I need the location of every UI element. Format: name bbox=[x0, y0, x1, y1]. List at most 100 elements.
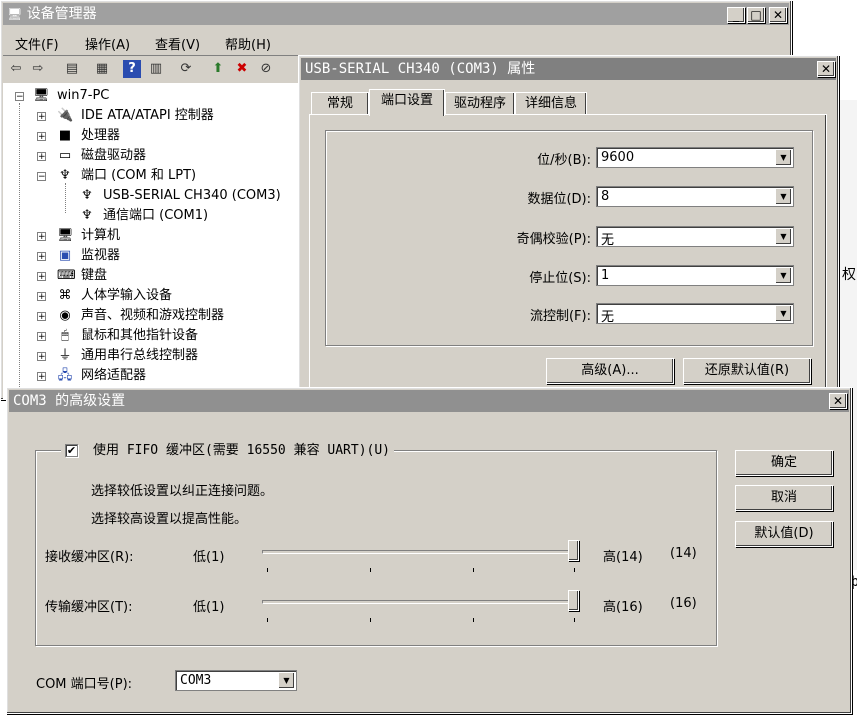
tree-item[interactable]: 声音、视频和游戏控制器 bbox=[81, 306, 224, 326]
advanced-button[interactable]: 高级(A)... bbox=[546, 358, 674, 384]
view-icon[interactable]: ▤ bbox=[63, 60, 81, 78]
device-tree: − 🖥 win7-PC + 🔌 IDE ATA/ATAPI 控制器 + ■ 处理… bbox=[3, 83, 299, 399]
parity-select[interactable]: 无 ▼ bbox=[596, 226, 794, 248]
menu-action[interactable]: 操作(A) bbox=[85, 34, 130, 53]
maximize-button[interactable]: □ bbox=[747, 7, 765, 23]
properties-icon[interactable]: ▦ bbox=[93, 60, 111, 78]
close-button[interactable]: ✕ bbox=[769, 7, 787, 23]
port-icon: ♆ bbox=[81, 208, 93, 223]
tree-root[interactable]: win7-PC bbox=[57, 86, 109, 106]
transmit-low-label: 低(1) bbox=[193, 600, 225, 615]
receive-buffer-label: 接收缓冲区(R): bbox=[45, 550, 134, 565]
receive-high-label: 高(14) bbox=[603, 550, 643, 565]
uninstall-icon[interactable]: ✖ bbox=[233, 60, 251, 78]
minimize-button[interactable]: _ bbox=[727, 7, 745, 23]
tree-expander[interactable]: + bbox=[37, 292, 46, 302]
sound-icon: ◉ bbox=[59, 308, 71, 323]
tree-item[interactable]: 处理器 bbox=[81, 126, 120, 146]
tab-details[interactable]: 详细信息 bbox=[515, 92, 587, 115]
fifo-checkbox[interactable]: ✔ bbox=[65, 444, 78, 457]
stop-bits-select[interactable]: 1 ▼ bbox=[596, 265, 794, 286]
receive-low-label: 低(1) bbox=[193, 550, 225, 565]
hid-icon: ⌘ bbox=[58, 288, 72, 303]
properties-titlebar: USB-SERIAL CH340 (COM3) 属性 bbox=[301, 58, 836, 80]
back-icon[interactable]: ⇦ bbox=[7, 60, 25, 78]
tree-expander[interactable]: + bbox=[37, 112, 46, 122]
transmit-slider-tick bbox=[473, 618, 474, 622]
update-driver-icon[interactable]: ⬆ bbox=[209, 60, 227, 78]
properties-title: USB-SERIAL CH340 (COM3) 属性 bbox=[305, 61, 536, 77]
chevron-down-icon: ▼ bbox=[775, 149, 792, 166]
menu-bar: 文件(F) 操作(A) 查看(V) 帮助(H) bbox=[3, 31, 783, 53]
transmit-slider-thumb[interactable] bbox=[568, 590, 579, 611]
tree-item[interactable]: 人体学输入设备 bbox=[81, 286, 172, 306]
com-port-select[interactable]: COM3 ▼ bbox=[175, 670, 297, 691]
tab-port-settings[interactable]: 端口设置 bbox=[369, 89, 445, 116]
tree-expander[interactable]: + bbox=[37, 132, 46, 142]
tree-item[interactable]: 通用串行总线控制器 bbox=[81, 346, 198, 366]
receive-slider-track[interactable] bbox=[262, 550, 580, 554]
network-icon: 🖧 bbox=[57, 368, 73, 383]
tree-item[interactable]: 网络适配器 bbox=[81, 366, 146, 386]
disk-drive-icon: ▭ bbox=[58, 148, 72, 163]
properties-close-button[interactable]: ✕ bbox=[817, 61, 835, 77]
tree-expander[interactable]: − bbox=[15, 92, 24, 102]
data-bits-select[interactable]: 8 ▼ bbox=[596, 186, 794, 207]
tree-item[interactable]: 计算机 bbox=[81, 226, 120, 246]
transmit-slider-tick bbox=[574, 618, 575, 622]
action-pane-icon[interactable]: ▥ bbox=[147, 60, 165, 78]
forward-icon[interactable]: ⇨ bbox=[29, 60, 47, 78]
menu-view[interactable]: 查看(V) bbox=[155, 34, 200, 53]
transmit-buffer-label: 传输缓冲区(T): bbox=[45, 600, 133, 615]
hint-lower: 选择较低设置以纠正连接问题。 bbox=[91, 484, 274, 499]
ok-button[interactable]: 确定 bbox=[735, 450, 833, 476]
com-port-label: COM 端口号(P): bbox=[36, 677, 133, 692]
tree-item[interactable]: 通信端口 (COM1) bbox=[103, 206, 208, 226]
receive-slider-tick bbox=[473, 568, 474, 572]
tree-expander[interactable]: + bbox=[37, 252, 46, 262]
device-manager-app-icon: 🖥 bbox=[7, 7, 23, 21]
chevron-down-icon: ▼ bbox=[775, 188, 792, 205]
tree-item[interactable]: 鼠标和其他指针设备 bbox=[81, 326, 198, 346]
tree-expander[interactable]: + bbox=[37, 232, 46, 242]
restore-defaults-button[interactable]: 还原默认值(R) bbox=[683, 358, 811, 384]
menu-help[interactable]: 帮助(H) bbox=[225, 34, 271, 53]
tree-expander[interactable]: + bbox=[37, 272, 46, 282]
tree-item[interactable]: 键盘 bbox=[81, 266, 107, 286]
transmit-value: (16) bbox=[670, 596, 697, 611]
tree-expander[interactable]: + bbox=[37, 352, 46, 362]
port-icon: ♆ bbox=[81, 188, 93, 203]
device-manager-title: 设备管理器 bbox=[26, 6, 97, 22]
help-icon[interactable]: ? bbox=[123, 60, 141, 78]
keyboard-icon: ⌨ bbox=[57, 268, 76, 283]
tab-driver[interactable]: 驱动程序 bbox=[445, 92, 515, 115]
transmit-high-label: 高(16) bbox=[603, 600, 643, 615]
tree-expander[interactable]: + bbox=[37, 152, 46, 162]
tree-item[interactable]: 磁盘驱动器 bbox=[81, 146, 146, 166]
transmit-slider-track[interactable] bbox=[262, 600, 580, 604]
flow-control-label: 流控制(F): bbox=[529, 309, 591, 324]
hint-higher: 选择较高设置以提高性能。 bbox=[91, 512, 248, 527]
tree-expander[interactable]: − bbox=[37, 172, 46, 182]
tree-item[interactable]: IDE ATA/ATAPI 控制器 bbox=[81, 106, 214, 126]
tree-expander[interactable]: + bbox=[37, 332, 46, 342]
tree-expander[interactable]: + bbox=[37, 312, 46, 322]
tree-item[interactable]: 端口 (COM 和 LPT) bbox=[81, 166, 196, 186]
tree-expander[interactable]: + bbox=[37, 372, 46, 382]
tree-item[interactable]: 监视器 bbox=[81, 246, 120, 266]
scan-hardware-icon[interactable]: ⟳ bbox=[177, 60, 195, 78]
properties-dialog: USB-SERIAL CH340 (COM3) 属性 ✕ 常规 端口设置 驱动程… bbox=[298, 55, 839, 395]
ide-controller-icon: 🔌 bbox=[57, 108, 74, 123]
data-bits-label: 数据位(D): bbox=[527, 192, 591, 207]
cancel-button[interactable]: 取消 bbox=[735, 485, 833, 511]
fifo-label[interactable]: 使用 FIFO 缓冲区(需要 16550 兼容 UART)(U) bbox=[93, 443, 390, 458]
tree-item-selected[interactable]: USB-SERIAL CH340 (COM3) bbox=[103, 186, 281, 206]
baud-rate-select[interactable]: 9600 ▼ bbox=[596, 147, 794, 168]
menu-file[interactable]: 文件(F) bbox=[15, 34, 59, 53]
disable-icon[interactable]: ⊘ bbox=[257, 60, 275, 78]
advanced-close-button[interactable]: ✕ bbox=[829, 393, 847, 409]
defaults-button[interactable]: 默认值(D) bbox=[735, 521, 833, 547]
tab-general[interactable]: 常规 bbox=[311, 92, 369, 115]
receive-slider-thumb[interactable] bbox=[568, 540, 579, 561]
flow-control-select[interactable]: 无 ▼ bbox=[596, 303, 794, 325]
